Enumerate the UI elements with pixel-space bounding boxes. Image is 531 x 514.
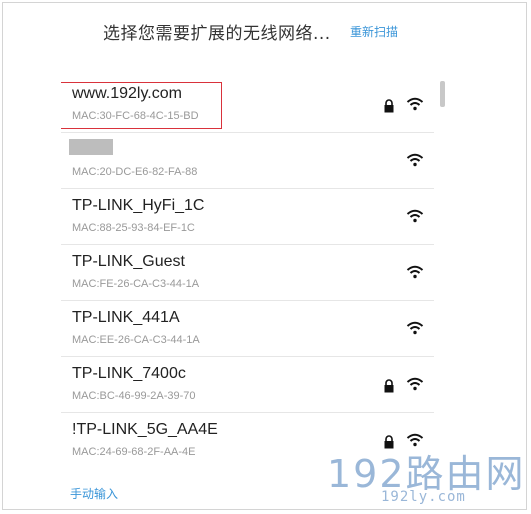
network-mac: MAC:EE-26-CA-C3-44-1A	[72, 334, 200, 346]
wifi-extender-dialog: 选择您需要扩展的无线网络... 重新扫描 www.192ly.com MAC:3…	[2, 2, 527, 510]
dialog-header: 选择您需要扩展的无线网络... 重新扫描	[3, 3, 526, 61]
network-row[interactable]: TP-LINK_Guest MAC:FE-26-CA-C3-44-1A	[61, 245, 434, 301]
watermark-logo: 192路由网 192ly.com	[321, 443, 526, 509]
wifi-signal-icon	[406, 321, 424, 335]
watermark-url: 192ly.com	[381, 489, 466, 505]
network-mac: MAC:FE-26-CA-C3-44-1A	[72, 278, 200, 290]
wifi-signal-icon	[406, 209, 424, 223]
network-list: www.192ly.com MAC:30-FC-68-4C-15-BD MAC:…	[61, 77, 434, 465]
network-ssid: TP-LINK_7400c	[72, 365, 186, 382]
network-ssid: www.192ly.com	[72, 85, 182, 102]
network-ssid: TP-LINK_HyFi_1C	[72, 197, 205, 214]
network-row[interactable]: MAC:20-DC-E6-82-FA-88	[61, 133, 434, 189]
wifi-signal-icon	[406, 265, 424, 279]
network-mac: MAC:BC-46-99-2A-39-70	[72, 390, 196, 402]
scrollbar-thumb[interactable]	[440, 81, 445, 107]
network-ssid: !TP-LINK_5G_AA4E	[72, 421, 218, 438]
network-row[interactable]: TP-LINK_7400c MAC:BC-46-99-2A-39-70	[61, 357, 434, 413]
wifi-signal-icon	[406, 153, 424, 167]
network-ssid: TP-LINK_441A	[72, 309, 180, 326]
lock-icon	[384, 99, 394, 113]
network-ssid: TP-LINK_Guest	[72, 253, 185, 270]
scrollbar-track[interactable]	[439, 77, 447, 465]
page-title: 选择您需要扩展的无线网络...	[103, 24, 331, 44]
redacted-ssid	[69, 139, 113, 155]
network-mac: MAC:88-25-93-84-EF-1C	[72, 222, 195, 234]
manual-input-link[interactable]: 手动输入	[70, 485, 118, 502]
network-mac: MAC:24-69-68-2F-AA-4E	[72, 446, 196, 458]
network-mac: MAC:30-FC-68-4C-15-BD	[72, 110, 199, 122]
network-row[interactable]: TP-LINK_441A MAC:EE-26-CA-C3-44-1A	[61, 301, 434, 357]
lock-icon	[384, 379, 394, 393]
network-mac: MAC:20-DC-E6-82-FA-88	[72, 166, 198, 178]
rescan-link[interactable]: 重新扫描	[350, 23, 398, 40]
wifi-signal-icon	[406, 97, 424, 111]
wifi-signal-icon	[406, 377, 424, 391]
network-row[interactable]: www.192ly.com MAC:30-FC-68-4C-15-BD	[61, 77, 434, 133]
network-row[interactable]: TP-LINK_HyFi_1C MAC:88-25-93-84-EF-1C	[61, 189, 434, 245]
